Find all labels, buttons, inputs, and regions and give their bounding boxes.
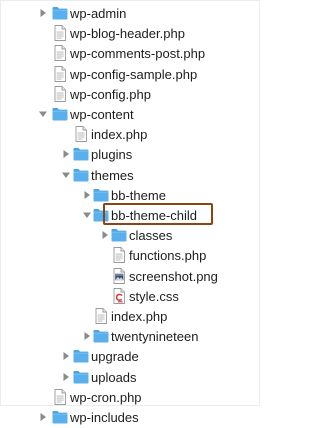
php-file-icon [51,388,69,406]
folder-icon [110,226,128,244]
disclosure-right-icon[interactable] [38,8,48,18]
folder-label: uploads [91,369,137,385]
folder-icon [51,105,69,123]
php-file-icon [51,65,69,83]
tree-folder-row[interactable]: classes [1,225,259,246]
file-label: screenshot.png [129,268,218,284]
tree-file-row[interactable]: screenshot.png [1,266,259,287]
file-label: index.php [91,127,148,143]
php-file-icon [72,125,90,143]
disclosure-right-icon[interactable] [100,230,110,240]
folder-icon [72,166,90,184]
disclosure-right-icon[interactable] [82,331,92,341]
tree-folder-row[interactable]: uploads [1,367,259,388]
folder-label: wp-admin [70,6,127,21]
folder-label: bb-theme [111,187,166,203]
tree-folder-row[interactable]: wp-admin [1,3,259,24]
folder-icon [51,4,69,22]
tree-file-row[interactable]: index.php [1,124,259,145]
tree-file-row[interactable]: index.php [1,306,259,327]
disclosure-right-icon[interactable] [38,412,48,422]
tree-folder-row[interactable]: themes [1,165,259,186]
file-label: style.css [129,288,179,304]
folder-label: bb-theme-child [111,208,197,223]
tree-file-row[interactable]: style.css [1,286,259,307]
tree-file-row[interactable]: wp-blog-header.php [1,23,259,44]
file-label: index.php [111,309,168,324]
folder-label: classes [129,228,173,244]
file-label: wp-comments-post.php [70,46,206,62]
tree-file-row[interactable]: functions.php [1,245,259,266]
disclosure-right-icon[interactable] [61,372,71,382]
tree-folder-row[interactable]: wp-includes [1,407,259,428]
tree-folder-row[interactable]: plugins [1,144,259,165]
tree-folder-row[interactable]: twentynineteen [1,326,259,347]
folder-icon [72,347,90,365]
tree-file-row[interactable]: wp-config-sample.php [1,64,259,85]
file-label: functions.php [129,248,207,264]
tree-folder-row[interactable]: bb-theme [1,185,259,206]
tree-folder-row[interactable]: wp-content [1,104,259,125]
folder-icon [72,368,90,386]
folder-icon [92,327,110,345]
tree-folder-row[interactable]: upgrade [1,346,259,367]
php-file-icon [51,24,69,42]
php-file-icon [51,85,69,103]
php-file-icon [110,246,128,264]
tree-file-row[interactable]: wp-config.php [1,84,259,105]
tree-file-row[interactable]: wp-cron.php [1,387,259,408]
folder-label: wp-includes [70,410,139,425]
folder-icon [92,206,110,224]
folder-label: wp-content [70,107,134,122]
folder-icon [72,145,90,163]
php-file-icon [92,307,110,325]
disclosure-right-icon[interactable] [61,149,71,159]
folder-label: themes [91,167,134,183]
php-file-icon [51,44,69,62]
file-label: wp-blog-header.php [70,26,185,42]
disclosure-down-icon[interactable] [82,210,92,220]
folder-label: twentynineteen [111,329,199,345]
folder-icon [51,408,69,426]
folder-label: plugins [91,147,133,163]
file-label: wp-config-sample.php [70,66,198,82]
css-file-icon [110,287,128,305]
tree-folder-row[interactable]: bb-theme-child [1,205,259,226]
folder-label: upgrade [91,349,139,365]
disclosure-down-icon[interactable] [61,170,71,180]
file-label: wp-cron.php [70,389,142,405]
file-label: wp-config.php [70,86,151,102]
png-file-icon [110,267,128,285]
file-tree: wp-admin wp-blog-header.php wp-comments-po… [0,0,260,425]
folder-icon [92,186,110,204]
disclosure-right-icon[interactable] [61,351,71,361]
disclosure-right-icon[interactable] [82,190,92,200]
tree-file-row[interactable]: wp-comments-post.php [1,43,259,64]
disclosure-down-icon[interactable] [38,109,48,119]
